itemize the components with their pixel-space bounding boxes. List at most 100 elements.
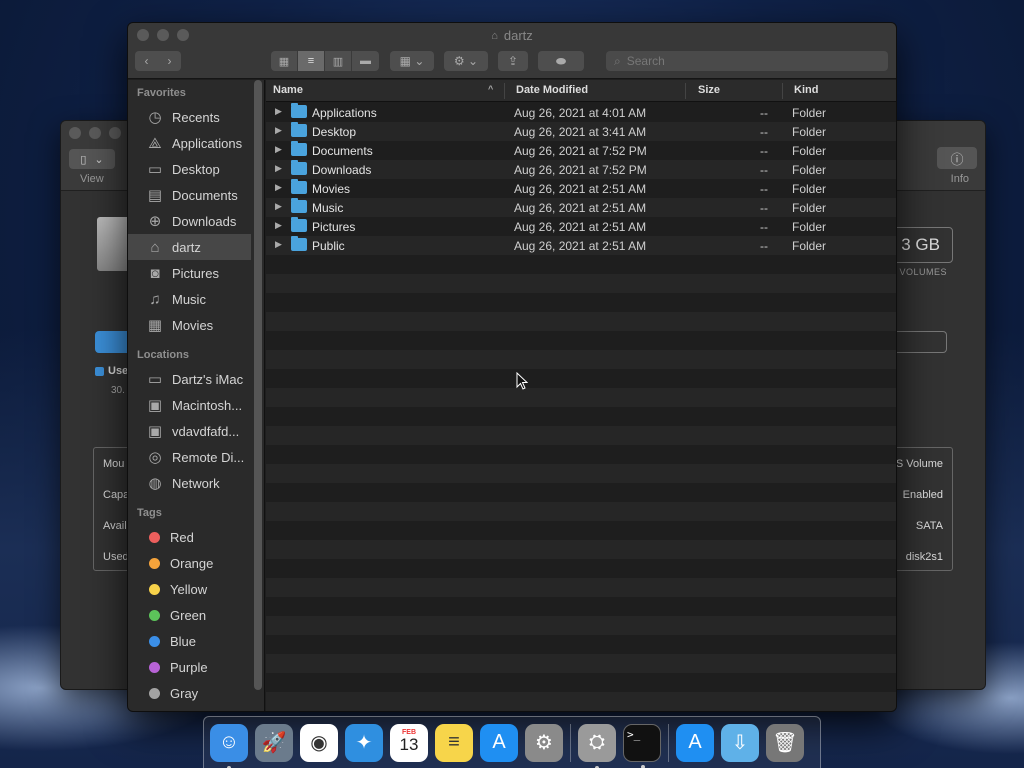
sidebar-item-macintosh[interactable]: ▣ Macintosh... [128,392,264,418]
column-divider[interactable] [896,83,897,99]
sidebar-item-applications[interactable]: ⟁ Applications [128,130,264,156]
sidebar-tag-red[interactable]: Red [128,524,264,550]
info-row-value: disk2s1 [905,551,943,563]
terminal-icon[interactable]: >_ [623,723,661,768]
view-label: View [80,173,104,185]
sidebar-item-remote-di[interactable]: ◎ Remote Di... [128,444,264,470]
column-header-date[interactable]: Date Modified [516,84,588,96]
folder-icon [291,236,307,251]
info-button[interactable]: ⓘ [937,147,977,169]
group-button[interactable]: ▦ ⌄ [390,51,434,71]
tag-color-dot [149,635,160,647]
file-row[interactable]: ▶ Pictures Aug 26, 2021 at 2:51 AM -- Folder [266,217,896,236]
volumes-label: VOLUMES [899,267,947,277]
info-row-label: Capa [103,489,130,501]
sidebar-tag-yellow[interactable]: Yellow [128,576,264,602]
disclosure-triangle-icon[interactable]: ▶ [275,182,282,193]
system-preferences-glyph: ⚙ [535,732,553,754]
file-row[interactable]: ▶ Documents Aug 26, 2021 at 7:52 PM -- Folde… [266,141,896,160]
notes-glyph: ≡ [448,731,460,753]
file-row[interactable]: ▶ Applications Aug 26, 2021 at 4:01 AM -- Fo… [266,103,896,122]
file-size: -- [760,106,768,120]
column-divider[interactable] [782,83,783,99]
file-row[interactable]: ▶ Music Aug 26, 2021 at 2:51 AM -- Folder [266,198,896,217]
disclosure-triangle-icon[interactable]: ▶ [275,220,282,231]
notes-icon[interactable]: ≡ [435,723,473,762]
sidebar-item-dartz-s-imac[interactable]: ▭ Dartz's iMac [128,366,264,392]
sidebar-tag-blue[interactable]: Blue [128,628,264,654]
sidebar-tag-gray[interactable]: Gray [128,680,264,706]
file-row[interactable]: ▶ Public Aug 26, 2021 at 2:51 AM -- Folder [266,236,896,255]
downloads-folder-icon[interactable]: ⇩ [721,723,759,762]
sidebar-item-desktop[interactable]: ▭ Desktop [128,156,264,182]
zoom-button[interactable] [109,127,121,139]
file-row[interactable]: ▶ Downloads Aug 26, 2021 at 7:52 PM -- Folde… [266,160,896,179]
sidebar-tag-orange[interactable]: Orange [128,550,264,576]
system-preferences-icon[interactable]: ⚙ [525,723,563,762]
disclosure-triangle-icon[interactable]: ▶ [275,144,282,155]
icon-view-icon[interactable]: ▦ [271,51,298,71]
finder-window[interactable]: ⌂ dartz ‹ › ▦ ≡ ▥ ▬ ▦ ⌄ ⚙ ⌄ ⇪ ⬬ ⌕ Search [127,22,897,712]
mouse-cursor [516,371,529,393]
sidebar-item-recents[interactable]: ◷ Recents [128,104,264,130]
terminal-glyph: >_ [627,727,641,741]
sidebar-item-label: Yellow [170,581,208,597]
action-button[interactable]: ⚙ ⌄ [444,51,488,71]
file-name: Applications [312,106,377,120]
share-button[interactable]: ⇪ [498,51,528,71]
finder-titlebar: ⌂ dartz ‹ › ▦ ≡ ▥ ▬ ▦ ⌄ ⚙ ⌄ ⇪ ⬬ ⌕ Search [128,23,896,79]
search-field[interactable]: ⌕ Search [606,51,888,71]
file-list-pane[interactable]: Name ^ Date Modified Size Kind ▶ Applicat… [266,80,896,711]
disclosure-triangle-icon[interactable]: ▶ [275,106,282,117]
file-row[interactable]: ▶ Movies Aug 26, 2021 at 2:51 AM -- Folder [266,179,896,198]
sidebar-item-music[interactable]: ♫ Music [128,286,264,312]
file-size: -- [760,144,768,158]
column-header-size[interactable]: Size [698,84,720,96]
sidebar-item-dartz[interactable]: ⌂ dartz [128,234,251,260]
file-kind: Folder [792,182,827,196]
close-button[interactable] [69,127,81,139]
back-button[interactable]: ‹ [135,54,158,68]
file-size: -- [760,163,768,177]
sidebar-item-downloads[interactable]: ⊕ Downloads [128,208,264,234]
file-row[interactable]: ▶ Desktop Aug 26, 2021 at 3:41 AM -- Folder [266,122,896,141]
disclosure-triangle-icon[interactable]: ▶ [275,239,282,250]
gallery-view-icon[interactable]: ▬ [352,51,379,71]
sidebar-scrollbar[interactable] [254,80,262,690]
calendar-icon[interactable]: FEB 13 [390,723,428,762]
disk-utility-icon[interactable]: ⛭ [578,723,616,768]
sidebar-header-tags: Tags [137,507,162,519]
disclosure-triangle-icon[interactable]: ▶ [275,125,282,136]
column-divider[interactable] [504,83,505,99]
file-rows[interactable]: ▶ Applications Aug 26, 2021 at 4:01 AM -- Fo… [266,103,896,711]
trash-glyph: 🗑 [772,732,798,754]
sidebar-item-label: vdavdfafd... [172,423,240,439]
disclosure-triangle-icon[interactable]: ▶ [275,163,282,174]
sidebar-item-documents[interactable]: ▤ Documents [128,182,264,208]
view-button[interactable]: ▯ ⌄ [69,149,115,169]
launchpad-icon[interactable]: 🚀 [255,723,293,762]
app-store-icon[interactable]: A [480,723,518,762]
column-header-name[interactable]: Name [273,84,303,96]
forward-button[interactable]: › [158,54,181,68]
list-view-icon[interactable]: ≡ [298,51,325,71]
sidebar-item-movies[interactable]: ▦ Movies [128,312,264,338]
sidebar-item-pictures[interactable]: ◙ Pictures [128,260,264,286]
sidebar-item-label: Orange [170,555,214,571]
sidebar-item-network[interactable]: ◍ Network [128,470,264,496]
finder-icon[interactable]: ☺ [210,723,248,768]
column-divider[interactable] [685,83,686,99]
minimize-button[interactable] [89,127,101,139]
sidebar-item-vdavdfafd[interactable]: ▣ vdavdfafd... [128,418,264,444]
app-store-folder-icon[interactable]: A [676,723,714,762]
sidebar-tag-green[interactable]: Green [128,602,264,628]
disclosure-triangle-icon[interactable]: ▶ [275,201,282,212]
trash-icon[interactable]: 🗑 [766,723,804,762]
sidebar-item-label: Movies [172,317,214,333]
safari-icon[interactable]: ✦ [345,723,383,762]
column-header-kind[interactable]: Kind [794,84,818,96]
sidebar-tag-purple[interactable]: Purple [128,654,264,680]
chrome-icon[interactable]: ◉ [300,723,338,762]
tags-button[interactable]: ⬬ [538,51,584,71]
column-view-icon[interactable]: ▥ [325,51,352,71]
